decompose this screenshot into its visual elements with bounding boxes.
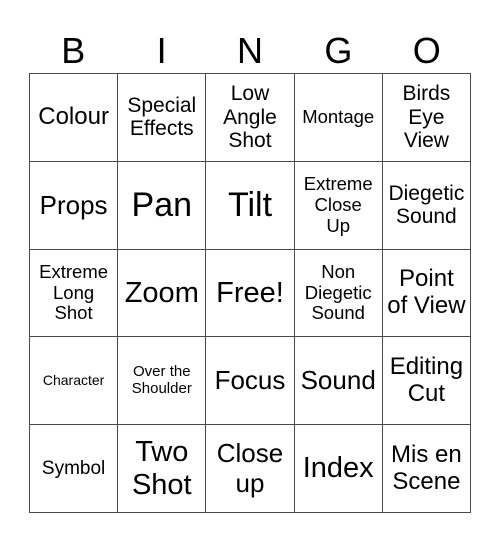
header-letter-g: G	[324, 30, 353, 71]
cell-label: Editing Cut	[389, 352, 464, 407]
free-space-cell[interactable]: Free!	[206, 249, 295, 338]
cell-label: Non Diegetic Sound	[304, 260, 372, 324]
header-letter-i: I	[156, 30, 167, 71]
bingo-cell[interactable]: Close up	[206, 425, 295, 513]
bingo-cell[interactable]: Point of View	[382, 249, 471, 338]
bingo-cell[interactable]: Sound	[294, 337, 383, 426]
bingo-cell[interactable]: Extreme Close Up	[294, 161, 383, 250]
bingo-cell[interactable]: Montage	[294, 74, 383, 162]
cell-label: Tilt	[227, 186, 273, 225]
cell-label: Montage	[302, 106, 375, 128]
bingo-cell[interactable]: Diegetic Sound	[382, 161, 471, 250]
bingo-cell[interactable]: Over the Shoulder	[118, 337, 207, 426]
cell-label: Low Angle Shot	[223, 82, 277, 153]
cell-label: Point of View	[387, 265, 466, 319]
bingo-cell[interactable]: Colour	[30, 74, 119, 162]
cell-label: Mis en Scene	[391, 440, 462, 495]
cell-label: Focus	[214, 365, 286, 396]
cell-label: Pan	[131, 186, 193, 225]
header-letter-o: O	[412, 30, 441, 71]
bingo-cell[interactable]: Two Shot	[118, 425, 207, 513]
cell-label: Over the Shoulder	[131, 362, 192, 397]
bingo-cell[interactable]: Focus	[206, 337, 295, 426]
bingo-cell[interactable]: Character	[30, 337, 119, 426]
bingo-cell[interactable]: Non Diegetic Sound	[294, 249, 383, 338]
bingo-grid: Colour Special Effects Low Angle Shot Mo…	[29, 73, 471, 513]
bingo-cell[interactable]: Tilt	[206, 161, 295, 250]
cell-label: Special Effects	[127, 93, 197, 141]
cell-label: Zoom	[124, 276, 199, 309]
cell-label: Extreme Close Up	[303, 173, 373, 236]
cell-label: Character	[42, 371, 105, 388]
bingo-cell[interactable]: Low Angle Shot	[206, 74, 295, 162]
cell-label: Birds Eye View	[402, 82, 451, 153]
bingo-cell[interactable]: Editing Cut	[382, 337, 471, 426]
cell-label: Free!	[216, 276, 284, 309]
header-letter-n: N	[236, 30, 263, 71]
bingo-cell[interactable]: Pan	[118, 161, 207, 250]
bingo-cell[interactable]: Props	[30, 161, 119, 250]
cell-label: Close up	[216, 438, 284, 498]
cell-label: Extreme Long Shot	[39, 260, 109, 324]
cell-label: Props	[39, 189, 108, 220]
cell-label: Sound	[300, 365, 376, 396]
bingo-header: B I N G O	[29, 30, 471, 72]
bingo-cell[interactable]: Extreme Long Shot	[30, 249, 119, 338]
bingo-cell[interactable]: Birds Eye View	[382, 74, 471, 162]
cell-label: Colour	[38, 102, 109, 130]
header-letter-b: B	[61, 30, 86, 71]
cell-label: Diegetic Sound	[388, 181, 465, 229]
bingo-cell[interactable]: Symbol	[30, 425, 119, 513]
bingo-cell[interactable]: Mis en Scene	[382, 425, 471, 513]
bingo-cell[interactable]: Index	[294, 425, 383, 513]
cell-label: Two Shot	[131, 436, 192, 501]
cell-label: Index	[302, 452, 374, 485]
bingo-cell[interactable]: Special Effects	[118, 74, 207, 162]
bingo-cell[interactable]: Zoom	[118, 249, 207, 338]
cell-label: Symbol	[41, 457, 106, 479]
